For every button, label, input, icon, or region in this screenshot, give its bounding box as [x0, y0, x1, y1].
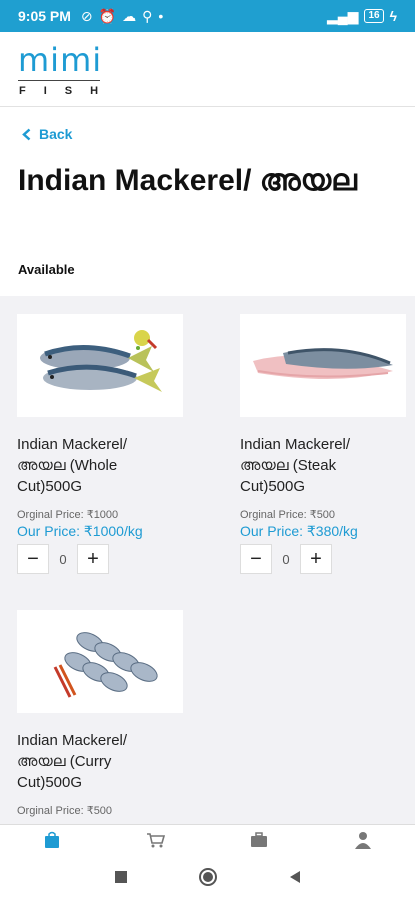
nav-cart[interactable] — [136, 826, 176, 854]
signal-icon: ▂▄▆ — [327, 7, 359, 24]
back-label: Back — [39, 126, 73, 142]
charging-icon: ϟ — [389, 8, 397, 24]
back-button[interactable]: Back — [22, 126, 72, 142]
our-price: Our Price: ₹380/kg — [240, 523, 358, 539]
logo-bottom: FISH — [19, 85, 117, 97]
product-name: Indian Mackerel/ അയല (Steak Cut)500G — [240, 436, 351, 495]
bottom-navigation — [0, 824, 415, 854]
increment-button[interactable]: + — [77, 544, 109, 574]
battery-icon: 16 — [364, 9, 384, 23]
back-system-icon[interactable] — [288, 870, 302, 884]
quantity-value: 0 — [282, 551, 290, 567]
logo-divider — [18, 80, 100, 81]
notification-off-icon: ⊘ — [80, 7, 93, 24]
quantity-value: 0 — [59, 551, 67, 567]
product-name: Indian Mackerel/ അയല (Curry Cut)500G — [17, 732, 128, 791]
recents-icon[interactable] — [114, 870, 128, 884]
quantity-stepper: − 0 + — [17, 544, 187, 574]
page-title: Indian Mackerel/ അയല — [18, 164, 357, 197]
quantity-stepper: − 0 + — [240, 544, 410, 574]
original-price: Orginal Price: ₹500 — [240, 509, 336, 521]
brand-logo[interactable]: mimi FISH — [18, 42, 116, 97]
product-image-whole-cut — [17, 314, 183, 417]
status-time: 9:05 PM — [18, 8, 71, 24]
product-image-curry-cut — [17, 610, 183, 713]
status-icons: ⊘ ⏰ ☁ ⚲ • — [81, 8, 163, 25]
our-price: Our Price: ₹1000/kg — [17, 523, 143, 539]
shopping-bag-icon — [44, 831, 59, 848]
decrement-button[interactable]: − — [17, 544, 49, 574]
product-image-steak-cut — [240, 314, 406, 417]
nav-shop[interactable] — [32, 826, 72, 854]
dot-icon: • — [158, 8, 164, 24]
system-navigation-bar — [0, 854, 415, 900]
orders-icon — [251, 831, 268, 847]
nav-profile[interactable] — [343, 826, 383, 854]
cart-icon — [146, 832, 165, 847]
cloud-icon: ☁ — [122, 7, 137, 24]
status-right: ▂▄▆ 16 ϟ — [327, 8, 397, 25]
availability-status: Available — [18, 262, 75, 277]
original-price: Orginal Price: ₹1000 — [17, 509, 119, 521]
home-icon[interactable] — [198, 867, 218, 887]
logo-top: mimi — [18, 41, 103, 79]
product-card[interactable]: Indian Mackerel/ അയല (Whole Cut)500G Org… — [17, 314, 187, 574]
original-price: Orginal Price: ₹500 — [17, 805, 113, 817]
nav-orders[interactable] — [239, 826, 279, 854]
alarm-icon: ⏰ — [98, 7, 117, 24]
product-card[interactable]: Indian Mackerel/ അയല (Steak Cut)500G Org… — [240, 314, 410, 574]
app-header: mimi FISH — [0, 32, 415, 107]
status-bar: 9:05 PM ⊘ ⏰ ☁ ⚲ • ▂▄▆ 16 ϟ — [0, 0, 415, 32]
product-grid: Indian Mackerel/ അയല (Whole Cut)500G Org… — [0, 296, 415, 824]
product-card[interactable]: Indian Mackerel/ അയല (Curry Cut)500G Org… — [17, 610, 187, 817]
increment-button[interactable]: + — [300, 544, 332, 574]
decrement-button[interactable]: − — [240, 544, 272, 574]
profile-icon — [355, 831, 372, 849]
search-status-icon: ⚲ — [142, 7, 153, 24]
chevron-left-icon — [22, 128, 31, 140]
product-name: Indian Mackerel/ അയല (Whole Cut)500G — [17, 436, 128, 495]
